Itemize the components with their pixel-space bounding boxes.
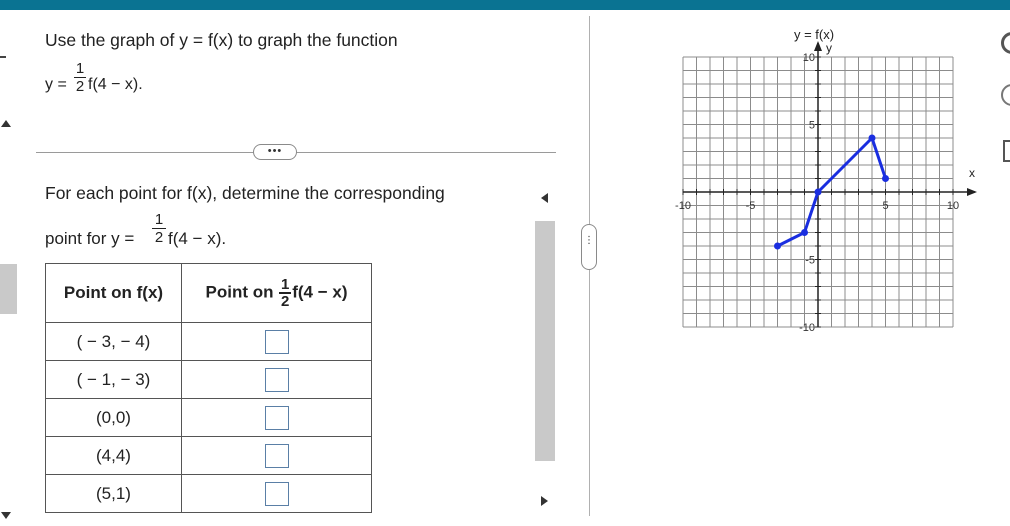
x-tick-label: 5 bbox=[882, 200, 888, 212]
x-tick-label: -10 bbox=[675, 200, 691, 212]
point-cell: (4,4) bbox=[45, 436, 182, 475]
undo-icon[interactable] bbox=[1001, 84, 1010, 106]
panel-resize-handle[interactable]: ⋮ bbox=[581, 224, 597, 270]
scroll-down-arrow-icon[interactable] bbox=[1, 512, 11, 519]
answer-cell bbox=[181, 474, 372, 513]
point-cell: (5,1) bbox=[45, 474, 182, 513]
col-header-fx: Point on f(x) bbox=[45, 263, 182, 323]
scroll-up-arrow-icon[interactable] bbox=[541, 193, 548, 203]
scroll-down-arrow-icon[interactable] bbox=[541, 496, 548, 506]
table-row: (4,4) bbox=[45, 436, 372, 475]
instruction-equation-prefix: point for y = bbox=[45, 229, 135, 248]
y-axis-label: y bbox=[826, 41, 832, 55]
x-tick-label: 10 bbox=[947, 200, 959, 212]
answer-input[interactable] bbox=[264, 405, 289, 430]
answer-input[interactable] bbox=[264, 367, 289, 392]
col-header-fraction: 12 bbox=[279, 276, 292, 310]
answer-cell bbox=[181, 322, 372, 361]
collapse-dash[interactable] bbox=[0, 56, 6, 58]
x-axis-label: x bbox=[969, 166, 975, 180]
fullscreen-icon[interactable] bbox=[1003, 140, 1010, 162]
point-cell: ( − 3, − 4) bbox=[45, 322, 182, 361]
table-row: (5,1) bbox=[45, 474, 372, 513]
points-table: Point on f(x) Point on 1 2 f(4 − x) ( − 3,… bbox=[45, 263, 372, 513]
instruction-fraction-numerator: 1 bbox=[154, 211, 164, 228]
left-scrollbar-thumb[interactable] bbox=[0, 264, 17, 314]
table-row: ( − 1, − 3) bbox=[45, 360, 372, 399]
answer-input[interactable] bbox=[264, 329, 289, 354]
chart-title: y = f(x) bbox=[794, 27, 834, 42]
answer-cell bbox=[181, 436, 372, 475]
instruction-fraction-denominator: 2 bbox=[154, 229, 164, 246]
col-header-transformed-prefix: Point on bbox=[205, 282, 279, 302]
y-axis-arrow-icon bbox=[814, 41, 822, 51]
table-row: (0,0) bbox=[45, 398, 372, 437]
y-tick-label: 5 bbox=[809, 120, 815, 132]
f-graph-point bbox=[882, 175, 889, 182]
point-cell: (0,0) bbox=[45, 398, 182, 437]
col-header-transformed: Point on 1 2 f(4 − x) bbox=[181, 263, 372, 323]
table-row: ( − 3, − 4) bbox=[45, 322, 372, 361]
instruction-text: For each point for f(x), determine the c… bbox=[45, 183, 445, 203]
question-fraction-numerator: 1 bbox=[75, 60, 85, 77]
f-graph-point bbox=[801, 229, 808, 236]
x-axis-arrow-icon bbox=[967, 188, 977, 196]
scroll-up-arrow-icon[interactable] bbox=[1, 120, 11, 127]
question-equation-suffix: f(4 − x). bbox=[88, 76, 143, 93]
answer-input[interactable] bbox=[264, 481, 289, 506]
instruction-equation-suffix: f(4 − x). bbox=[168, 229, 227, 248]
question-equation-prefix: y = bbox=[45, 76, 67, 93]
point-cell: ( − 1, − 3) bbox=[45, 360, 182, 399]
refresh-icon[interactable] bbox=[1001, 32, 1010, 54]
answer-input[interactable] bbox=[264, 443, 289, 468]
col-header-fraction-denominator: 2 bbox=[281, 293, 290, 310]
answer-cell bbox=[181, 360, 372, 399]
col-header-transformed-suffix: f(4 − x) bbox=[292, 282, 348, 302]
question-fraction-denominator: 2 bbox=[75, 78, 85, 95]
more-options-button[interactable]: ••• bbox=[253, 144, 297, 160]
question-fraction: 1 2 bbox=[74, 61, 86, 94]
table-header-row: Point on f(x) Point on 1 2 f(4 − x) bbox=[45, 263, 372, 323]
y-tick-label: -10 bbox=[799, 322, 815, 334]
question-scrollbar-thumb[interactable] bbox=[535, 221, 555, 461]
answer-cell bbox=[181, 398, 372, 437]
function-graph: y = f(x) x y -10 -5 5 10 10 5 -5 -10 bbox=[675, 27, 977, 334]
f-graph-point bbox=[774, 242, 781, 250]
y-tick-label: 10 bbox=[803, 52, 815, 64]
top-banner bbox=[0, 0, 1010, 10]
question-text: Use the graph of y = f(x) to graph the f… bbox=[45, 30, 398, 50]
f-graph-point bbox=[868, 134, 876, 142]
y-tick-label: -5 bbox=[805, 255, 815, 267]
f-graph-point bbox=[814, 188, 822, 196]
instruction-fraction: 1 2 bbox=[152, 212, 166, 245]
x-tick-label: -5 bbox=[746, 200, 756, 212]
col-header-fraction-numerator: 1 bbox=[281, 276, 290, 293]
